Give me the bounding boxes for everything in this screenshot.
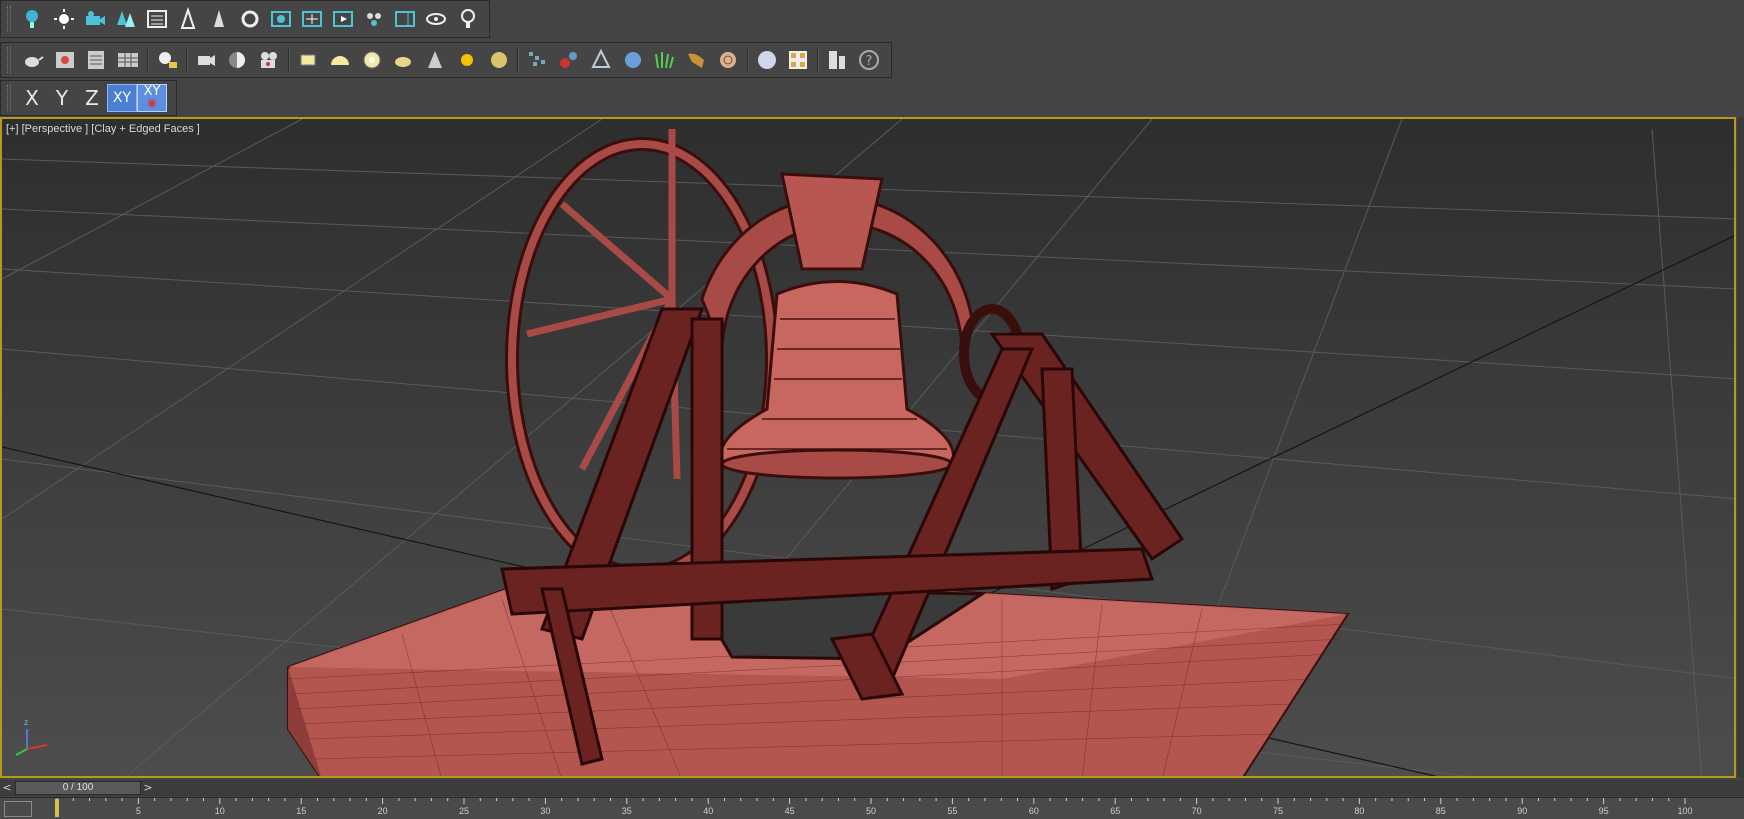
viewport-side-rail	[1738, 117, 1744, 778]
refresh-icon[interactable]	[234, 4, 265, 34]
axis-xy-lock-label: XY	[143, 84, 161, 99]
render-setup-icon[interactable]	[49, 45, 81, 75]
track-tick-label: 80	[1354, 806, 1364, 816]
scatter-icon[interactable]	[521, 45, 553, 75]
perspective-viewport[interactable]: z [+] [Perspective ] [Clay + Edged Faces…	[0, 117, 1736, 778]
track-tick-label: 5	[136, 806, 141, 816]
view-axis-tripod: z	[15, 718, 48, 756]
molecule-icon[interactable]	[553, 45, 585, 75]
track-tick-label: 45	[785, 806, 795, 816]
cone-icon[interactable]	[419, 45, 451, 75]
spiral-icon[interactable]	[712, 45, 744, 75]
sphere-gold-icon[interactable]	[483, 45, 515, 75]
track-tick-label: 65	[1110, 806, 1120, 816]
viewport-icon[interactable]	[390, 4, 421, 34]
material-editor-icon[interactable]	[783, 45, 815, 75]
track-tick-label: 15	[296, 806, 306, 816]
main-toolbar	[0, 0, 490, 38]
track-tick-label: 25	[459, 806, 469, 816]
track-tick-label: 20	[378, 806, 388, 816]
axis-constraints-toolbar: X Y Z XY XY ▣	[0, 80, 177, 116]
playback-icon[interactable]	[328, 4, 359, 34]
track-tick-label: 85	[1436, 806, 1446, 816]
track-tick-label: 60	[1029, 806, 1039, 816]
panel-icon[interactable]	[821, 45, 853, 75]
track-tick-label: 30	[540, 806, 550, 816]
track-tick-label: 35	[622, 806, 632, 816]
toolbar-separator	[517, 48, 519, 72]
track-tick-label: 50	[866, 806, 876, 816]
list-icon[interactable]	[141, 4, 172, 34]
toolbar-grip[interactable]	[7, 6, 11, 32]
sun-light-icon[interactable]	[451, 45, 483, 75]
bell-model[interactable]	[287, 129, 1350, 778]
dome-icon[interactable]	[324, 45, 356, 75]
axis-xy-lock-button[interactable]: XY ▣	[137, 84, 167, 112]
hair-fur-icon[interactable]	[680, 45, 712, 75]
sun-icon[interactable]	[48, 4, 79, 34]
gear-sphere-icon[interactable]	[617, 45, 649, 75]
track-tick-label: 10	[215, 806, 225, 816]
camera-group-icon[interactable]	[79, 4, 110, 34]
track-tick-label: 90	[1517, 806, 1527, 816]
teapot-small-icon[interactable]	[387, 45, 419, 75]
toolbar-grip[interactable]	[7, 85, 11, 111]
axis-y-button[interactable]: Y	[47, 84, 77, 112]
crosshair-icon[interactable]	[297, 4, 328, 34]
bulb-outline-icon[interactable]	[452, 4, 483, 34]
track-tick-label: 70	[1192, 806, 1202, 816]
lock-icon: ▣	[147, 98, 157, 109]
toolbar-separator	[185, 48, 187, 72]
viewport-scene: z	[2, 119, 1734, 778]
grid-icon[interactable]	[112, 45, 144, 75]
track-tick-label: 75	[1273, 806, 1283, 816]
render-frame-icon[interactable]	[266, 4, 297, 34]
disc-icon[interactable]	[356, 45, 388, 75]
grass-icon[interactable]	[649, 45, 681, 75]
time-slider[interactable]: < 0 / 100 >	[0, 780, 1744, 796]
plane-icon[interactable]	[292, 45, 324, 75]
eye-icon[interactable]	[421, 4, 452, 34]
film-camera-icon[interactable]	[253, 45, 285, 75]
toolbar-separator	[817, 48, 819, 72]
track-tick-label: 55	[947, 806, 957, 816]
axis-x-button[interactable]: X	[17, 84, 47, 112]
axis-z-button[interactable]: Z	[77, 84, 107, 112]
toolbar-separator	[746, 48, 748, 72]
pyramid-icon[interactable]	[585, 45, 617, 75]
track-bar[interactable]: 5 10 15 20 25 30 35 40 45 50 55 60 65 70 75 80 85 90 95 100	[0, 797, 1744, 819]
sphere-shade-icon[interactable]	[222, 45, 254, 75]
viewport-label[interactable]: [+] [Perspective ] [Clay + Edged Faces ]	[6, 123, 200, 135]
table-icon[interactable]	[81, 45, 113, 75]
trees-icon[interactable]	[110, 4, 141, 34]
spline-tool-icon[interactable]	[172, 4, 203, 34]
track-ticks: 5 10 15 20 25 30 35 40 45 50 55 60 65 70 75 80 85 90 95 100	[55, 798, 1693, 817]
axis-xy-button[interactable]: XY	[107, 84, 137, 112]
track-tick-label: 95	[1599, 806, 1609, 816]
teapot-icon[interactable]	[17, 45, 49, 75]
video-camera-icon[interactable]	[190, 45, 222, 75]
time-slider-thumb[interactable]: 0 / 100	[15, 781, 141, 795]
toolbar-grip[interactable]	[7, 47, 11, 73]
svg-text:?: ?	[866, 54, 873, 69]
particle-icon[interactable]	[359, 4, 390, 34]
create-toolbar: ?	[0, 42, 892, 78]
tree-shape-icon[interactable]	[203, 4, 234, 34]
help-icon[interactable]: ?	[853, 45, 885, 75]
light-list-icon[interactable]	[151, 45, 183, 75]
current-frame-marker	[55, 799, 59, 817]
toolbar-separator	[147, 48, 149, 72]
toolbar-separator	[288, 48, 290, 72]
track-tick-label: 40	[703, 806, 713, 816]
app-window: ? X Y Z XY XY ▣ z [+] [Perspective] [Cl…	[0, 0, 1744, 819]
material-sphere-icon[interactable]	[751, 45, 783, 75]
svg-text:z: z	[24, 718, 28, 727]
time-prev-button[interactable]: <	[0, 781, 14, 795]
track-tick-label: 100	[1677, 806, 1692, 816]
light-bulb-icon[interactable]	[17, 4, 48, 34]
time-next-button[interactable]: >	[141, 781, 155, 795]
